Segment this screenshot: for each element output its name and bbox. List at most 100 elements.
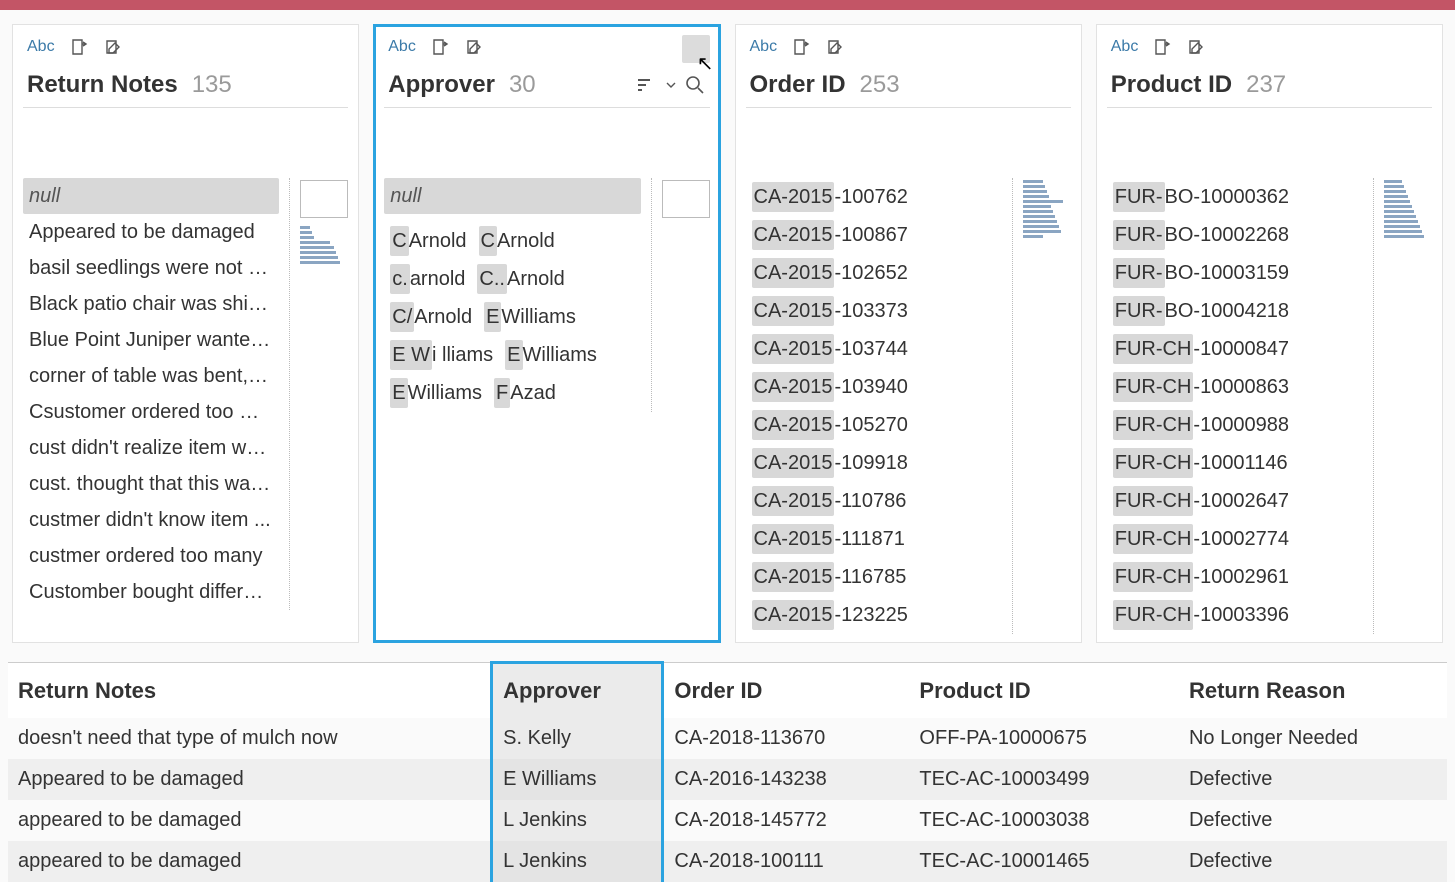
table-cell[interactable]: E Williams xyxy=(492,759,663,800)
card-menu-button[interactable] xyxy=(682,35,710,63)
value-item[interactable]: Blue Point Juniper wanted ... xyxy=(23,322,279,358)
table-row[interactable]: Appeared to be damagedE WilliamsCA-2016-… xyxy=(8,759,1447,800)
value-item[interactable]: CA-2015-116785 xyxy=(746,558,913,596)
value-item[interactable]: C Arnold xyxy=(384,222,472,260)
column-header[interactable]: Return Reason xyxy=(1179,663,1447,719)
export-icon[interactable] xyxy=(1152,37,1172,57)
value-item[interactable]: FUR-CH-10000847 xyxy=(1107,330,1295,368)
value-item[interactable]: Appeared to be damaged xyxy=(23,214,279,250)
table-cell[interactable]: doesn't need that type of mulch now xyxy=(8,718,492,759)
value-item[interactable]: cust didn't realize item wa... xyxy=(23,430,279,466)
value-item[interactable]: EWilliams xyxy=(384,374,488,412)
value-item[interactable]: CA-2015-103940 xyxy=(746,368,914,406)
card-count: 135 xyxy=(192,71,232,99)
column-header[interactable]: Return Notes xyxy=(8,663,492,719)
value-item[interactable]: FUR-CH-10002774 xyxy=(1107,520,1295,558)
value-item[interactable]: E Williams xyxy=(499,336,603,374)
value-item[interactable]: CA-2015-105270 xyxy=(746,406,914,444)
value-item[interactable]: Black patio chair was shipp... xyxy=(23,286,279,322)
value-item[interactable]: C/ Arnold xyxy=(384,298,478,336)
value-item[interactable]: FUR-CH-10001146 xyxy=(1107,444,1294,482)
value-item[interactable]: C Arnold xyxy=(473,222,561,260)
table-cell[interactable]: CA-2018-113670 xyxy=(663,718,910,759)
value-item[interactable]: Csustomer ordered too ma... xyxy=(23,394,279,430)
value-item[interactable]: custmer didn't know item ... xyxy=(23,502,279,538)
column-header[interactable]: Order ID xyxy=(663,663,910,719)
export-icon[interactable] xyxy=(430,37,450,57)
value-item[interactable]: CA-2015-103744 xyxy=(746,330,914,368)
chevron-down-icon[interactable] xyxy=(666,80,676,90)
spark-bar xyxy=(1023,235,1043,238)
card-count: 253 xyxy=(860,71,900,99)
spark-bar xyxy=(1384,200,1410,203)
value-item[interactable]: F Azad xyxy=(488,374,562,412)
table-cell[interactable]: L Jenkins xyxy=(492,800,663,841)
value-item[interactable]: cust. thought that this was... xyxy=(23,466,279,502)
table-cell[interactable]: No Longer Needed xyxy=(1179,718,1447,759)
table-cell[interactable]: CA-2018-100111 xyxy=(663,841,910,882)
value-item[interactable]: FUR-CH-10000988 xyxy=(1107,406,1295,444)
value-item[interactable]: FUR-CH-10000863 xyxy=(1107,368,1295,406)
value-item[interactable]: CA-2015-100867 xyxy=(746,216,914,254)
profile-card[interactable]: Abc Return Notes 135 nullAppeared to be … xyxy=(12,24,359,643)
value-item[interactable]: CA-2015-109918 xyxy=(746,444,914,482)
value-item[interactable]: custmer ordered too many xyxy=(23,538,279,574)
export-icon[interactable] xyxy=(791,37,811,57)
table-cell[interactable]: Defective xyxy=(1179,841,1447,882)
column-header[interactable]: Product ID xyxy=(909,663,1179,719)
value-item[interactable]: C.. Arnold xyxy=(471,260,570,298)
value-item[interactable]: FUR-BO-10000362 xyxy=(1107,178,1295,216)
value-null[interactable]: null xyxy=(384,178,640,214)
table-cell[interactable]: CA-2016-143238 xyxy=(663,759,910,800)
value-item[interactable]: basil seedlings were not th... xyxy=(23,250,279,286)
table-cell[interactable]: appeared to be damaged xyxy=(8,841,492,882)
table-cell[interactable]: Appeared to be damaged xyxy=(8,759,492,800)
search-icon[interactable] xyxy=(684,74,706,96)
spark-box xyxy=(662,180,710,218)
value-item[interactable] xyxy=(384,214,640,222)
value-item[interactable]: FUR-BO-10002268 xyxy=(1107,216,1295,254)
spark-bar xyxy=(1023,220,1057,223)
table-cell[interactable]: TEC-AC-10003038 xyxy=(909,800,1179,841)
value-item[interactable]: FUR-BO-10003159 xyxy=(1107,254,1295,292)
table-cell[interactable]: appeared to be damaged xyxy=(8,800,492,841)
table-cell[interactable]: S. Kelly xyxy=(492,718,663,759)
values-list: null C ArnoldC Arnoldc. arnoldC.. ArnoldC… xyxy=(384,178,640,412)
table-cell[interactable]: Defective xyxy=(1179,800,1447,841)
table-cell[interactable]: Defective xyxy=(1179,759,1447,800)
value-item[interactable]: CA-2015-102652 xyxy=(746,254,914,292)
edit-icon[interactable] xyxy=(103,37,123,57)
sort-icon[interactable] xyxy=(636,74,658,96)
table-cell[interactable]: OFF-PA-10000675 xyxy=(909,718,1179,759)
value-item[interactable]: c. arnold xyxy=(384,260,471,298)
edit-icon[interactable] xyxy=(1186,37,1206,57)
table-cell[interactable]: TEC-AC-10001465 xyxy=(909,841,1179,882)
value-item[interactable]: FUR-CH-10003396 xyxy=(1107,596,1295,634)
profile-card[interactable]: Abc Order ID 253 CA-2015-100762CA-2015-1… xyxy=(735,24,1082,643)
value-item[interactable]: FUR-CH-10002961 xyxy=(1107,558,1295,596)
value-item[interactable]: CA-2015-100762 xyxy=(746,178,914,216)
profile-card[interactable]: Abc Product ID 237 FUR-BO-10000362FUR-BO… xyxy=(1096,24,1443,643)
value-item[interactable]: Customber bought differen.. xyxy=(23,574,279,610)
table-cell[interactable]: L Jenkins xyxy=(492,841,663,882)
table-row[interactable]: appeared to be damagedL JenkinsCA-2018-1… xyxy=(8,800,1447,841)
table-cell[interactable]: TEC-AC-10003499 xyxy=(909,759,1179,800)
value-item[interactable]: CA-2015-103373 xyxy=(746,292,914,330)
table-row[interactable]: appeared to be damagedL JenkinsCA-2018-1… xyxy=(8,841,1447,882)
value-null[interactable]: null xyxy=(23,178,279,214)
value-item[interactable]: corner of table was bent, sl... xyxy=(23,358,279,394)
value-item[interactable]: E Wi lliams xyxy=(384,336,499,374)
edit-icon[interactable] xyxy=(464,37,484,57)
value-item[interactable]: CA-2015-111871 xyxy=(746,520,911,558)
value-item[interactable]: FUR-CH-10002647 xyxy=(1107,482,1295,520)
table-cell[interactable]: CA-2018-145772 xyxy=(663,800,910,841)
value-item[interactable]: FUR-BO-10004218 xyxy=(1107,292,1295,330)
value-item[interactable]: CA-2015-123225 xyxy=(746,596,914,634)
export-icon[interactable] xyxy=(69,37,89,57)
value-item[interactable]: E Williams xyxy=(478,298,582,336)
profile-card[interactable]: ↖ Abc Approver 30 nullC ArnoldC Arnoldc.… xyxy=(373,24,720,643)
value-item[interactable]: CA-2015-110786 xyxy=(746,482,913,520)
column-header[interactable]: Approver xyxy=(492,663,663,719)
table-row[interactable]: doesn't need that type of mulch nowS. Ke… xyxy=(8,718,1447,759)
edit-icon[interactable] xyxy=(825,37,845,57)
